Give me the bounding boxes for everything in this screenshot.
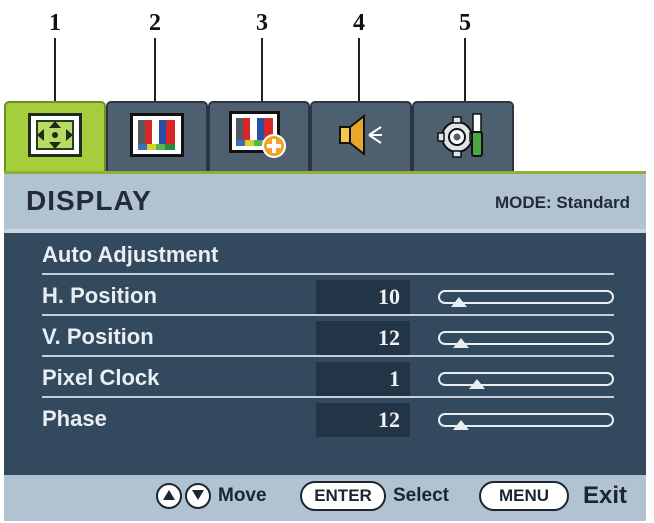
picture-advanced-icon xyxy=(229,110,289,164)
h-position-slider-thumb[interactable] xyxy=(451,297,468,307)
mode-indicator: MODE: Standard xyxy=(494,193,630,212)
callout-1: 1 xyxy=(49,10,61,36)
row-separator xyxy=(42,396,614,398)
phase-slider-thumb[interactable] xyxy=(452,420,469,430)
callout-line-4 xyxy=(358,38,360,104)
pixel-clock-slider[interactable] xyxy=(438,372,614,389)
pixel-clock-slider-thumb[interactable] xyxy=(469,379,486,389)
callout-3: 3 xyxy=(256,10,268,36)
phase-slider[interactable] xyxy=(438,413,614,430)
select-label: Select xyxy=(393,485,449,506)
down-button[interactable] xyxy=(185,483,211,509)
pixel-clock-value: 1 xyxy=(316,362,410,396)
menu-item-auto-adjustment[interactable]: Auto Adjustment xyxy=(42,242,218,268)
v-position-slider-thumb[interactable] xyxy=(452,338,469,348)
tab-bar xyxy=(4,101,646,171)
callout-2: 2 xyxy=(149,10,161,36)
menu-footer: Move ENTER Select MENU Exit xyxy=(4,475,646,521)
tab-picture-advanced[interactable] xyxy=(208,101,310,171)
callout-line-3 xyxy=(261,38,263,104)
phase-value: 12 xyxy=(316,403,410,437)
menu-item-h-position[interactable]: H. Position xyxy=(42,283,157,309)
row-separator xyxy=(42,314,614,316)
v-position-slider[interactable] xyxy=(438,331,614,348)
h-position-slider[interactable] xyxy=(438,290,614,307)
callout-line-1 xyxy=(54,38,56,104)
triangle-up-icon xyxy=(163,487,175,505)
system-settings-icon xyxy=(435,111,491,164)
osd-menu: DISPLAY MODE: Standard Auto Adjustment H… xyxy=(4,101,646,521)
row-separator xyxy=(42,273,614,275)
tab-audio[interactable] xyxy=(310,101,412,171)
menu-content: Auto Adjustment H. Position 10 V. Positi… xyxy=(4,233,646,475)
page-title: DISPLAY xyxy=(26,185,152,216)
menu-button[interactable]: MENU xyxy=(479,481,569,511)
v-position-value: 12 xyxy=(316,321,410,355)
exit-label: Exit xyxy=(583,482,628,509)
menu-item-pixel-clock[interactable]: Pixel Clock xyxy=(42,365,159,391)
menu-header: DISPLAY MODE: Standard xyxy=(4,171,646,229)
menu-item-v-position[interactable]: V. Position xyxy=(42,324,154,350)
callout-line-5 xyxy=(464,38,466,104)
up-button[interactable] xyxy=(156,483,182,509)
triangle-down-icon xyxy=(192,487,204,505)
callout-4: 4 xyxy=(353,10,365,36)
display-adjust-icon xyxy=(28,112,82,162)
tab-display[interactable] xyxy=(4,101,106,171)
picture-icon xyxy=(130,112,184,162)
move-label: Move xyxy=(218,485,267,506)
enter-button[interactable]: ENTER xyxy=(300,481,386,511)
menu-item-phase[interactable]: Phase xyxy=(42,406,107,432)
audio-icon xyxy=(336,113,386,162)
callout-line-2 xyxy=(154,38,156,104)
tab-system[interactable] xyxy=(412,101,514,171)
callout-5: 5 xyxy=(459,10,471,36)
tab-picture[interactable] xyxy=(106,101,208,171)
row-separator xyxy=(42,355,614,357)
h-position-value: 10 xyxy=(316,280,410,314)
